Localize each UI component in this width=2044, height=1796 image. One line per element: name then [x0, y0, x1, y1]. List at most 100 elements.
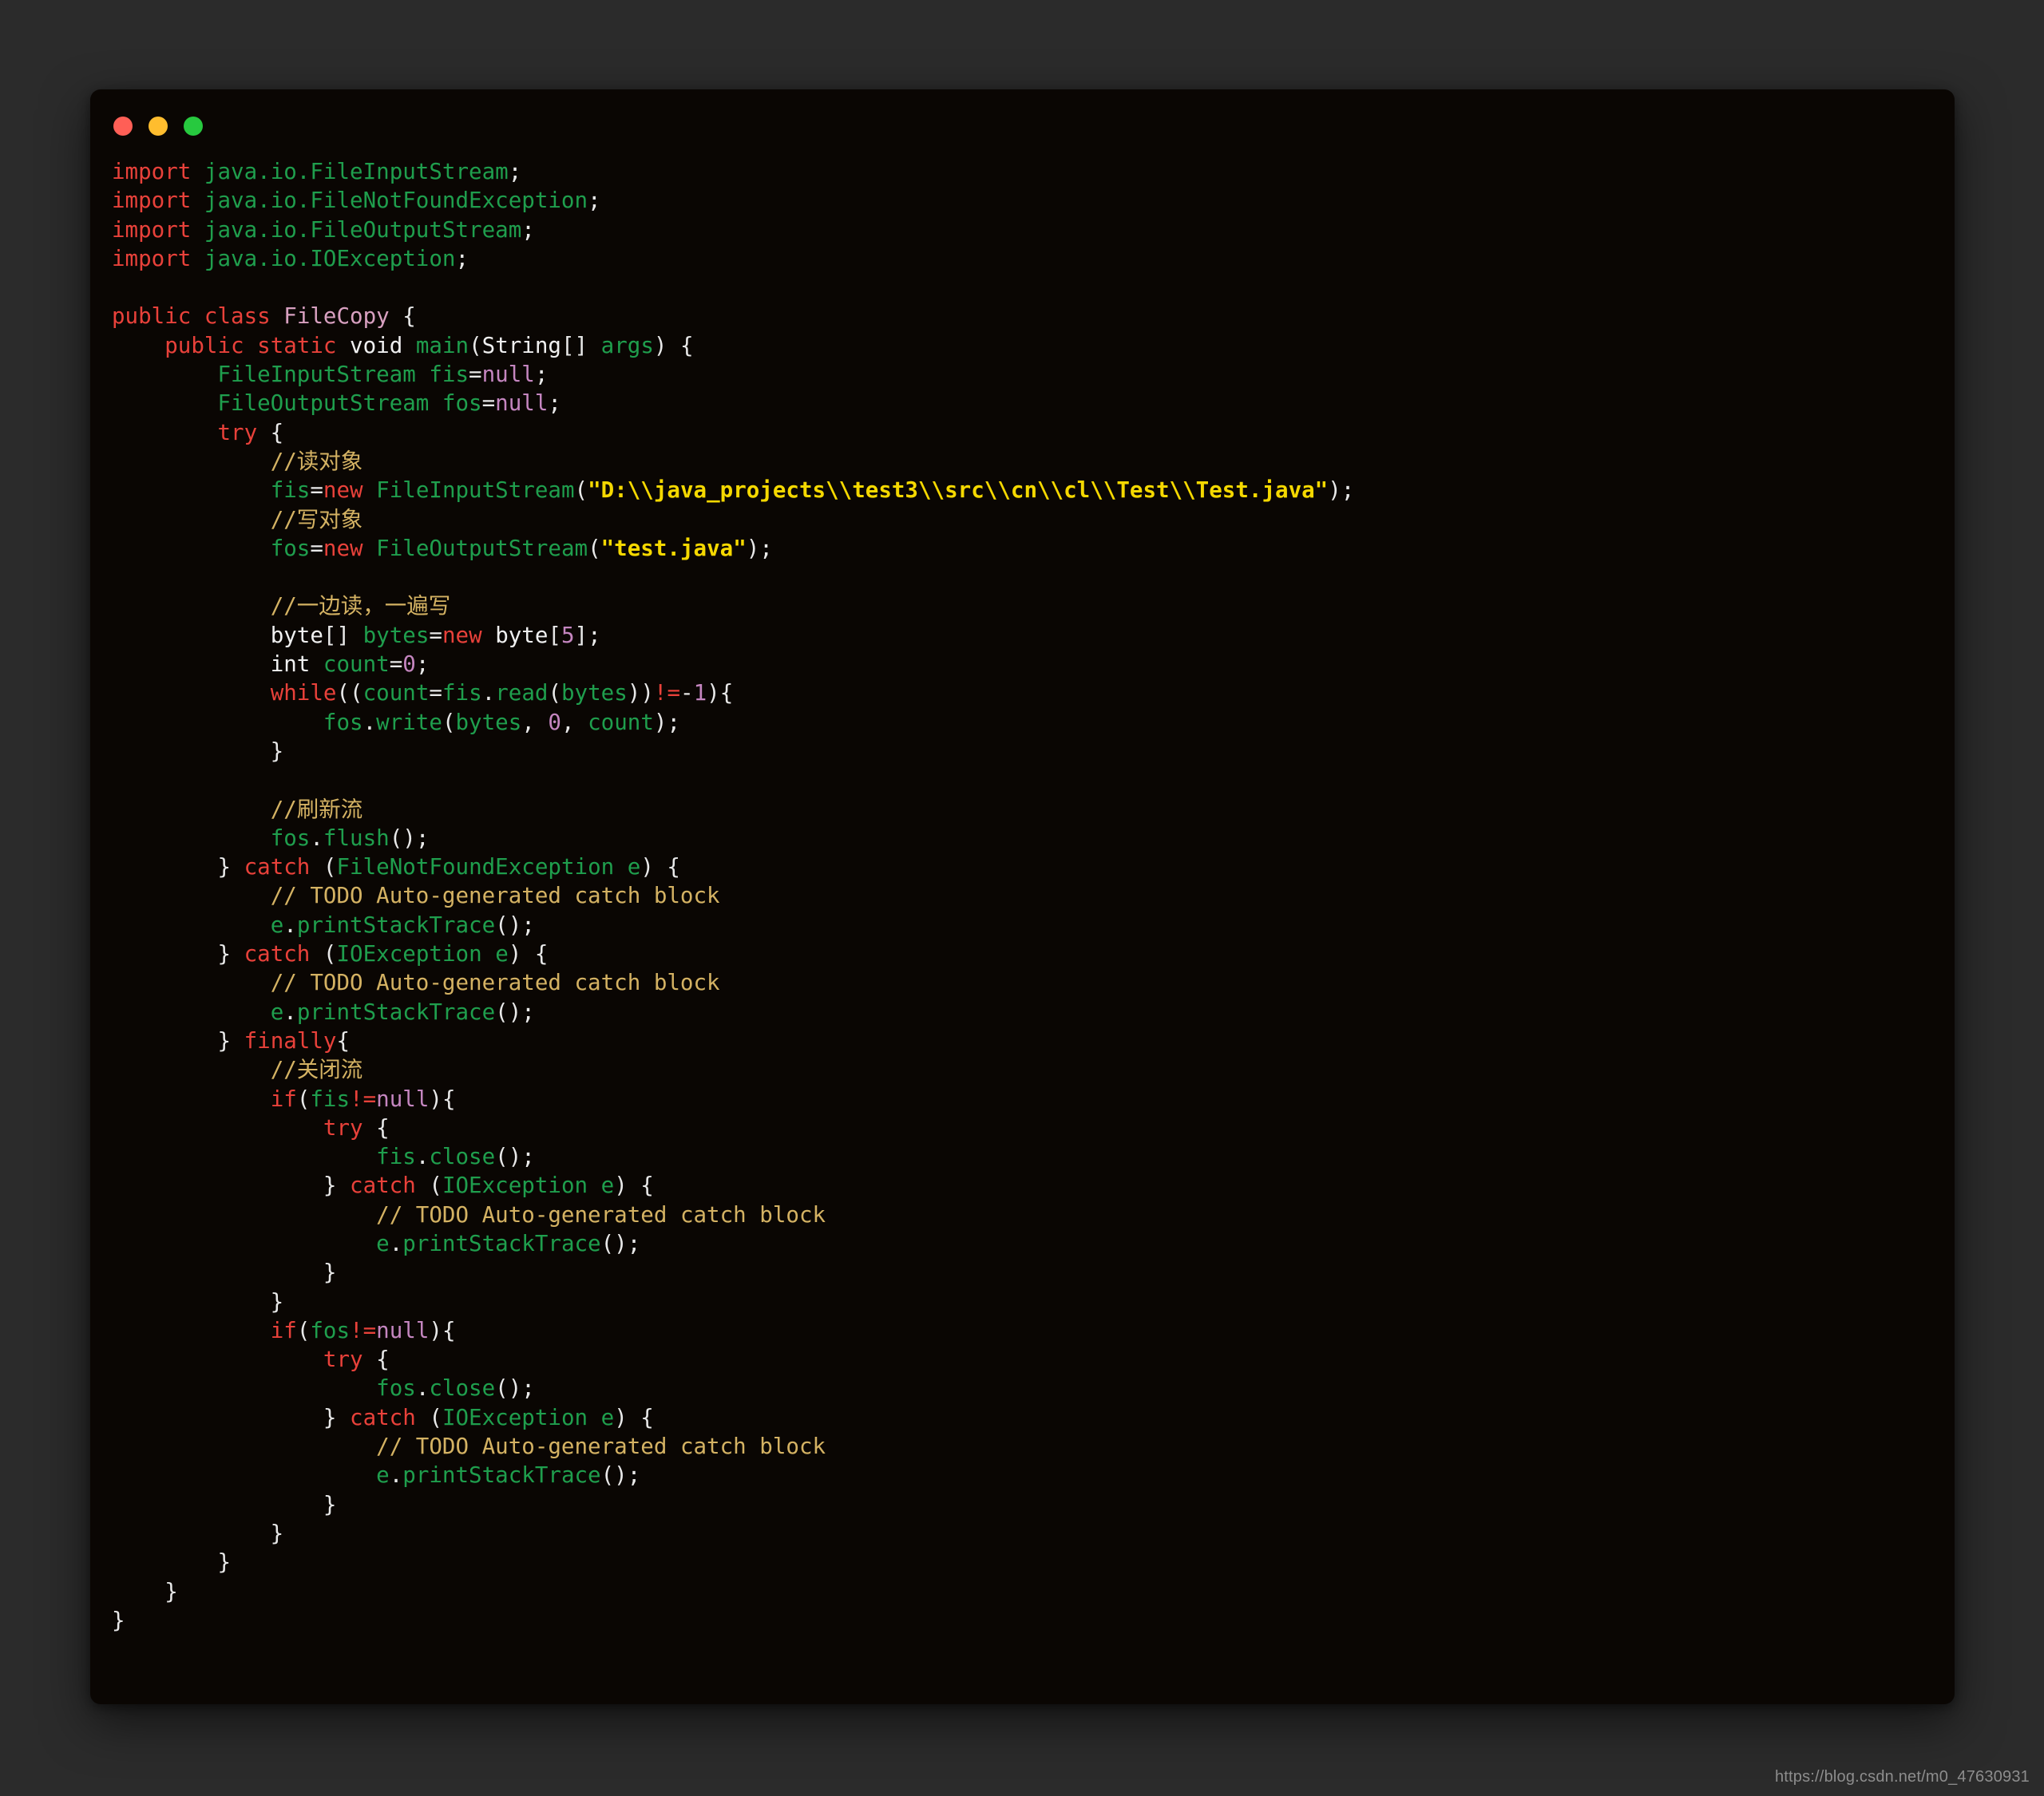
code-token: null: [376, 1086, 430, 1112]
code-token: .: [310, 825, 323, 851]
code-token: fis: [310, 1086, 351, 1112]
code-token: );: [653, 709, 681, 735]
code-token: ) {: [640, 854, 680, 880]
code-token: count: [323, 651, 390, 678]
code-line: }: [112, 1258, 1947, 1287]
code-token: 0: [548, 709, 561, 735]
code-line: fos.write(bytes, 0, count);: [112, 708, 1947, 737]
code-token: import: [112, 216, 192, 243]
code-token: ) {: [614, 1404, 654, 1430]
code-token: ();: [495, 999, 535, 1025]
code-token: String: [481, 332, 561, 358]
window-controls: [113, 117, 203, 136]
code-token: (: [310, 941, 337, 967]
code-token: }: [112, 1520, 284, 1546]
code-token: .: [481, 680, 496, 706]
code-token: //读对象: [270, 448, 363, 474]
code-token: try: [323, 1114, 363, 1141]
code-token: catch: [350, 1404, 416, 1430]
code-token: if: [270, 1317, 297, 1343]
code-token: e: [627, 854, 641, 880]
code-token: byte: [495, 622, 549, 648]
code-token: java.io.IOException: [204, 245, 456, 271]
code-token: }: [112, 1027, 244, 1054]
code-line: try {: [112, 1114, 1947, 1142]
code-token: .: [415, 1375, 430, 1402]
code-token: }: [112, 941, 244, 967]
code-token: fos: [442, 390, 482, 417]
code-token: {: [362, 1347, 390, 1373]
code-token: }: [112, 1607, 125, 1633]
code-token: e: [376, 1230, 390, 1256]
code-token: (: [296, 1317, 311, 1343]
code-token: bytes: [561, 680, 628, 706]
code-token: ){: [429, 1086, 456, 1112]
code-line: fis.close();: [112, 1142, 1947, 1171]
code-token: .: [283, 912, 297, 938]
code-token: ;: [508, 159, 522, 184]
code-token: fis: [376, 1144, 416, 1170]
code-token: import: [112, 159, 192, 184]
code-token: bytes: [362, 622, 430, 648]
code-token: FileInputStream: [217, 362, 416, 388]
close-button[interactable]: [113, 117, 133, 136]
code-token: (: [310, 854, 337, 880]
minimize-button[interactable]: [149, 117, 168, 136]
code-token: }: [112, 1288, 284, 1315]
code-token: FileOutputStream: [376, 535, 588, 561]
code-token: {: [336, 1027, 351, 1054]
code-token: 5: [561, 622, 575, 648]
code-line: }: [112, 1490, 1947, 1519]
code-token: =: [469, 362, 482, 388]
code-token: ;: [534, 362, 549, 388]
code-token: 1: [693, 680, 707, 706]
code-line: fis=new FileInputStream("D:\\java_projec…: [112, 476, 1947, 504]
code-token: =: [429, 622, 442, 648]
code-token: []: [561, 332, 601, 358]
code-token: ;: [548, 390, 561, 417]
code-token: );: [1328, 477, 1355, 504]
code-token: }: [112, 1260, 337, 1286]
code-token: .: [389, 1462, 403, 1489]
code-token: ();: [495, 1375, 535, 1402]
code-token: "test.java": [600, 535, 747, 561]
watermark-url: https://blog.csdn.net/m0_47630931: [1774, 1768, 2030, 1786]
code-token: fos: [310, 1317, 351, 1343]
code-token: )): [627, 680, 654, 706]
code-token: java.io.FileInputStream: [204, 159, 509, 184]
code-token: FileCopy: [283, 303, 390, 330]
code-token: ){: [429, 1317, 456, 1343]
code-token: close: [429, 1375, 496, 1402]
maximize-button[interactable]: [184, 117, 203, 136]
code-token: }: [112, 738, 284, 764]
code-token: java.io.FileNotFoundException: [204, 188, 588, 214]
code-token: ) {: [614, 1173, 654, 1199]
code-token: -: [680, 680, 694, 706]
code-token: public: [164, 332, 244, 358]
code-token: e: [600, 1173, 615, 1199]
code-token: ) {: [508, 941, 549, 967]
code-token: printStackTrace: [296, 999, 496, 1025]
code-token: //刷新流: [270, 796, 363, 822]
code-token: =: [481, 390, 496, 417]
code-token: }: [112, 1491, 337, 1517]
code-token: }: [112, 1549, 232, 1576]
code-token: ){: [707, 680, 734, 706]
